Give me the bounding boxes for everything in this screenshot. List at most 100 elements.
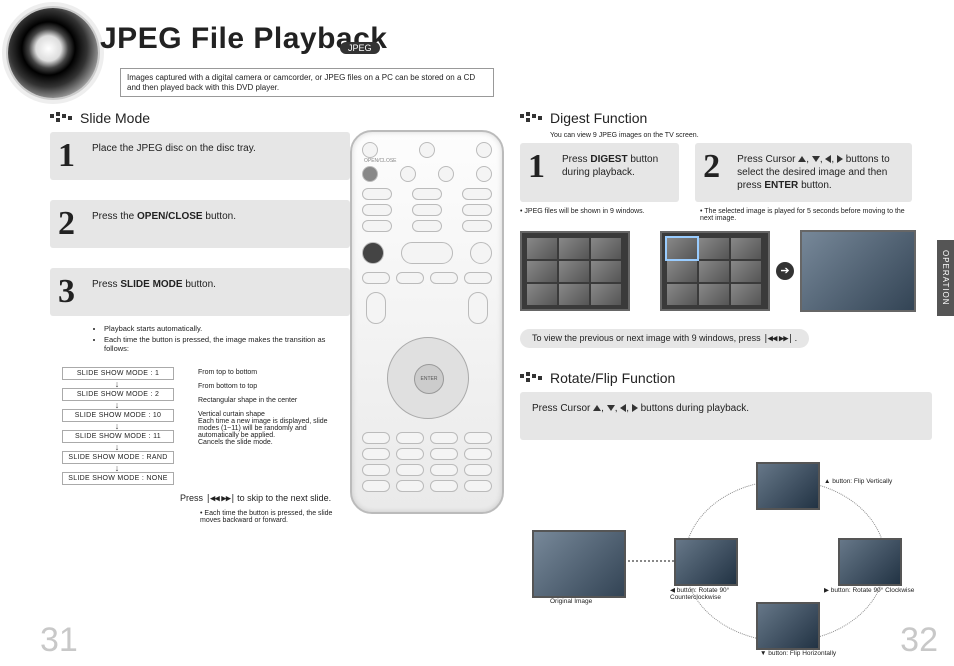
down-arrow-icon: ↓ — [62, 443, 172, 451]
speaker-graphic — [8, 8, 98, 98]
remote-button — [362, 220, 392, 232]
step-number: 2 — [58, 202, 75, 246]
bullet-graphic-icon — [50, 112, 74, 126]
step-text-bold: OPEN/CLOSE — [137, 211, 203, 222]
step-text-bold: DIGEST — [590, 154, 627, 165]
step-number: 1 — [58, 134, 75, 178]
view-prev-next-note: To view the previous or next image with … — [520, 329, 809, 348]
digest-subnote: You can view 9 JPEG images on the TV scr… — [550, 132, 920, 139]
remote-dpad: ENTER — [387, 337, 469, 419]
remote-button — [362, 188, 392, 200]
remote-control-illustration: OPEN/CLOSE ENTER — [350, 130, 504, 514]
remote-volume-rocker — [366, 292, 386, 324]
down-arrow-icon — [812, 156, 820, 162]
remote-button — [464, 464, 492, 476]
remote-button — [430, 272, 458, 284]
digest-step-2: 2 Press Cursor , , , buttons to select t… — [695, 143, 912, 202]
remote-button — [464, 480, 492, 492]
caption-down: ▼ button: Flip Horizontally — [760, 650, 836, 657]
skip-pre: Press — [180, 493, 206, 503]
digest-step-1: 1 Press DIGEST button during playback. — [520, 143, 679, 202]
left-column: Slide Mode 1 Place the JPEG disc on the … — [50, 110, 350, 524]
remote-button — [396, 480, 424, 492]
caption-right: ▶ button: Rotate 90° Clockwise — [824, 586, 914, 594]
flip-vertical-thumb — [756, 462, 820, 510]
arrow-right-circle-icon: ➔ — [776, 262, 794, 280]
digest-9up-thumb-selected — [660, 231, 770, 311]
instr-pre: Press Cursor — [532, 403, 593, 414]
skip-instruction: Press |◀◀ ▶▶| to skip to the next slide. — [180, 493, 350, 504]
heading-text: Rotate/Flip Function — [550, 370, 675, 386]
remote-button — [476, 142, 492, 158]
mode-box: SLIDE SHOW MODE : NONE — [62, 472, 174, 485]
selected-image-thumb — [800, 230, 916, 312]
mode-desc: Each time a new image is displayed, slid… — [198, 418, 348, 439]
note-item: Each time the button is pressed, the ima… — [104, 335, 350, 353]
mode-desc: From bottom to top — [198, 383, 257, 390]
remote-open-close-button — [362, 166, 378, 182]
heading-text: Digest Function — [550, 110, 647, 126]
caption-original: Original Image — [550, 598, 592, 605]
right-arrow-icon — [632, 404, 638, 412]
rotate-instruction: Press Cursor , , , buttons during playba… — [520, 392, 932, 440]
step-text-pre: Press — [562, 154, 590, 165]
section-tab-operation: OPERATION — [937, 240, 954, 316]
digest-step1-note: • JPEG files will be shown in 9 windows. — [520, 208, 692, 222]
remote-button — [462, 188, 492, 200]
skip-fwd-icon: ▶▶| — [221, 494, 234, 504]
caption-left: ◀ button: Rotate 90° Counterclockwise — [670, 586, 750, 601]
rotate-ccw-thumb — [674, 538, 738, 586]
remote-button — [400, 166, 416, 182]
skip-post: to skip to the next slide. — [237, 493, 331, 503]
step-text-post: button. — [798, 180, 831, 191]
remote-button — [362, 204, 392, 216]
bullet-graphic-icon — [520, 112, 544, 126]
heading-rotate: Rotate/Flip Function — [550, 370, 920, 386]
step-text-pre: Press — [92, 279, 120, 290]
instr-post: buttons during playback. — [641, 403, 749, 414]
mode-desc: From top to bottom — [198, 369, 257, 376]
slide-notes: Playback starts automatically. Each time… — [64, 324, 350, 353]
remote-button — [362, 464, 390, 476]
mode-desc: Rectangular shape in the center — [198, 397, 297, 404]
digest-step2-note: • The selected image is played for 5 sec… — [700, 208, 910, 222]
rotate-cw-thumb — [838, 538, 902, 586]
remote-button — [476, 166, 492, 182]
remote-button — [362, 432, 390, 444]
remote-channel-rocker — [468, 292, 488, 324]
remote-button — [430, 448, 458, 460]
note-item: Playback starts automatically. — [104, 324, 350, 333]
remote-button — [412, 204, 442, 216]
down-arrow-icon: ↓ — [62, 422, 172, 430]
page-number-left: 31 — [40, 621, 78, 660]
up-arrow-icon — [593, 405, 601, 411]
mode-desc: Vertical curtain shape — [198, 411, 265, 418]
heading-digest: Digest Function — [550, 110, 920, 126]
remote-open-close-label: OPEN/CLOSE — [364, 158, 397, 164]
skip-back-icon: |◀◀ — [763, 334, 776, 344]
up-arrow-icon — [798, 156, 806, 162]
bullet-graphic-icon — [520, 372, 544, 386]
step-text-bold: ENTER — [764, 180, 798, 191]
remote-enter-button: ENTER — [414, 364, 444, 394]
remote-button — [438, 166, 454, 182]
step-text-post: button. — [203, 211, 236, 222]
slide-step-2: 2 Press the OPEN/CLOSE button. — [50, 200, 350, 248]
caption-up: ▲ button: Flip Vertically — [824, 478, 892, 485]
step-number: 3 — [58, 270, 75, 314]
skip-fwd-icon: ▶▶| — [779, 334, 792, 344]
remote-button — [464, 432, 492, 444]
step-text-post: button. — [183, 279, 216, 290]
step-number: 1 — [528, 145, 545, 189]
remote-button — [362, 142, 378, 158]
remote-button — [396, 448, 424, 460]
remote-button — [430, 432, 458, 444]
left-arrow-icon — [620, 404, 626, 412]
slide-step-3: 3 Press SLIDE MODE button. — [50, 268, 350, 316]
remote-button — [362, 480, 390, 492]
down-arrow-icon: ↓ — [62, 401, 172, 409]
remote-button — [430, 480, 458, 492]
original-image-thumb — [532, 530, 626, 598]
jpeg-badge: JPEG — [340, 42, 380, 54]
remote-button — [396, 432, 424, 444]
